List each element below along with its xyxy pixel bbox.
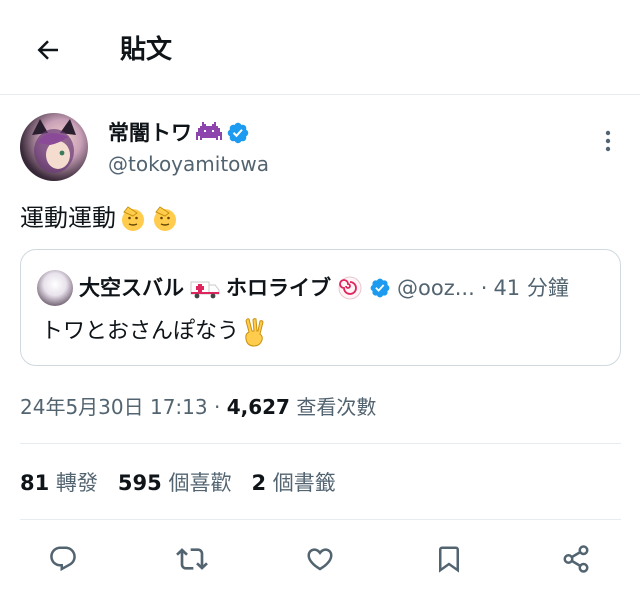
retweets-stat[interactable]: 81 轉發 — [20, 466, 98, 500]
author-handle[interactable]: @tokoyamitowa — [108, 150, 269, 178]
saluting-face-icon — [122, 206, 144, 231]
views-count: 4,627 — [226, 395, 290, 419]
quoted-separator: · — [480, 276, 488, 300]
action-bar — [0, 536, 640, 582]
quoted-author-suffix: ホロライブ — [226, 276, 331, 300]
quoted-author-avatar — [37, 270, 73, 306]
author-name-row[interactable]: 常闇トワ — [108, 119, 250, 147]
retweets-count: 81 — [20, 471, 50, 495]
divider — [20, 443, 621, 444]
retweet-icon — [176, 548, 208, 570]
quoted-author-handle: @ooz... — [397, 276, 475, 300]
engagement-stats: 81 轉發 595 個喜歡 2 個書籤 — [20, 466, 336, 500]
bookmarks-stat[interactable]: 2 個書籤 — [251, 466, 335, 500]
retweet-button[interactable] — [173, 540, 211, 578]
fish-cake-icon — [338, 276, 362, 300]
page-title: 貼文 — [120, 35, 173, 65]
saluting-face-icon — [154, 206, 176, 231]
views-label: 查看次數 — [296, 395, 377, 419]
reply-icon — [50, 546, 76, 572]
reply-button[interactable] — [44, 540, 82, 578]
like-icon — [307, 548, 333, 571]
bookmarks-count: 2 — [251, 471, 267, 495]
likes-stat[interactable]: 595 個喜歡 — [118, 466, 232, 500]
ambulance-icon — [190, 281, 220, 299]
likes-label: 個喜歡 — [168, 471, 232, 495]
verified-check-icon — [227, 122, 249, 144]
more-options-button[interactable] — [596, 126, 620, 156]
tweet-meta: 24年5月30日 17:13 · 4,627 查看次數 — [20, 392, 376, 422]
quoted-author-name: 大空スバル — [79, 276, 184, 300]
bookmark-icon — [439, 546, 459, 573]
like-button[interactable] — [301, 540, 339, 578]
share-button[interactable] — [557, 540, 595, 578]
bookmarks-label: 個書籤 — [272, 471, 336, 495]
back-button[interactable] — [28, 30, 68, 70]
quoted-tweet-text: トワとおさんぽなう — [41, 316, 267, 348]
likes-count: 595 — [117, 471, 162, 495]
top-bar: 貼文 — [0, 0, 640, 95]
tweet-timestamp[interactable]: 24年5月30日 17:13 — [20, 395, 208, 419]
share-icon — [563, 545, 589, 573]
victory-hand-icon — [245, 318, 264, 347]
divider — [20, 519, 621, 520]
meta-separator: · — [213, 395, 221, 419]
tweet-text: 運動運動 — [20, 200, 180, 236]
author-avatar[interactable] — [20, 113, 88, 181]
retweets-label: 轉發 — [55, 471, 98, 495]
more-vertical-icon — [605, 130, 611, 152]
tweet-text-content: 運動運動 — [20, 204, 116, 232]
arrow-left-icon — [37, 40, 58, 60]
purple-invader-icon — [196, 122, 222, 140]
quoted-tweet-header: 大空スバル ホロライブ @ooz... · 41 分鐘 — [37, 270, 569, 306]
author-name: 常闇トワ — [108, 121, 192, 145]
bookmark-button[interactable] — [430, 540, 468, 578]
verified-check-icon — [370, 278, 390, 298]
quoted-tweet-card[interactable]: 大空スバル ホロライブ @ooz... · 41 分鐘 トワとおさんぽなう — [20, 249, 621, 366]
quoted-tweet-text-content: トワとおさんぽなう — [41, 319, 240, 344]
quoted-timestamp: 41 分鐘 — [493, 276, 569, 300]
